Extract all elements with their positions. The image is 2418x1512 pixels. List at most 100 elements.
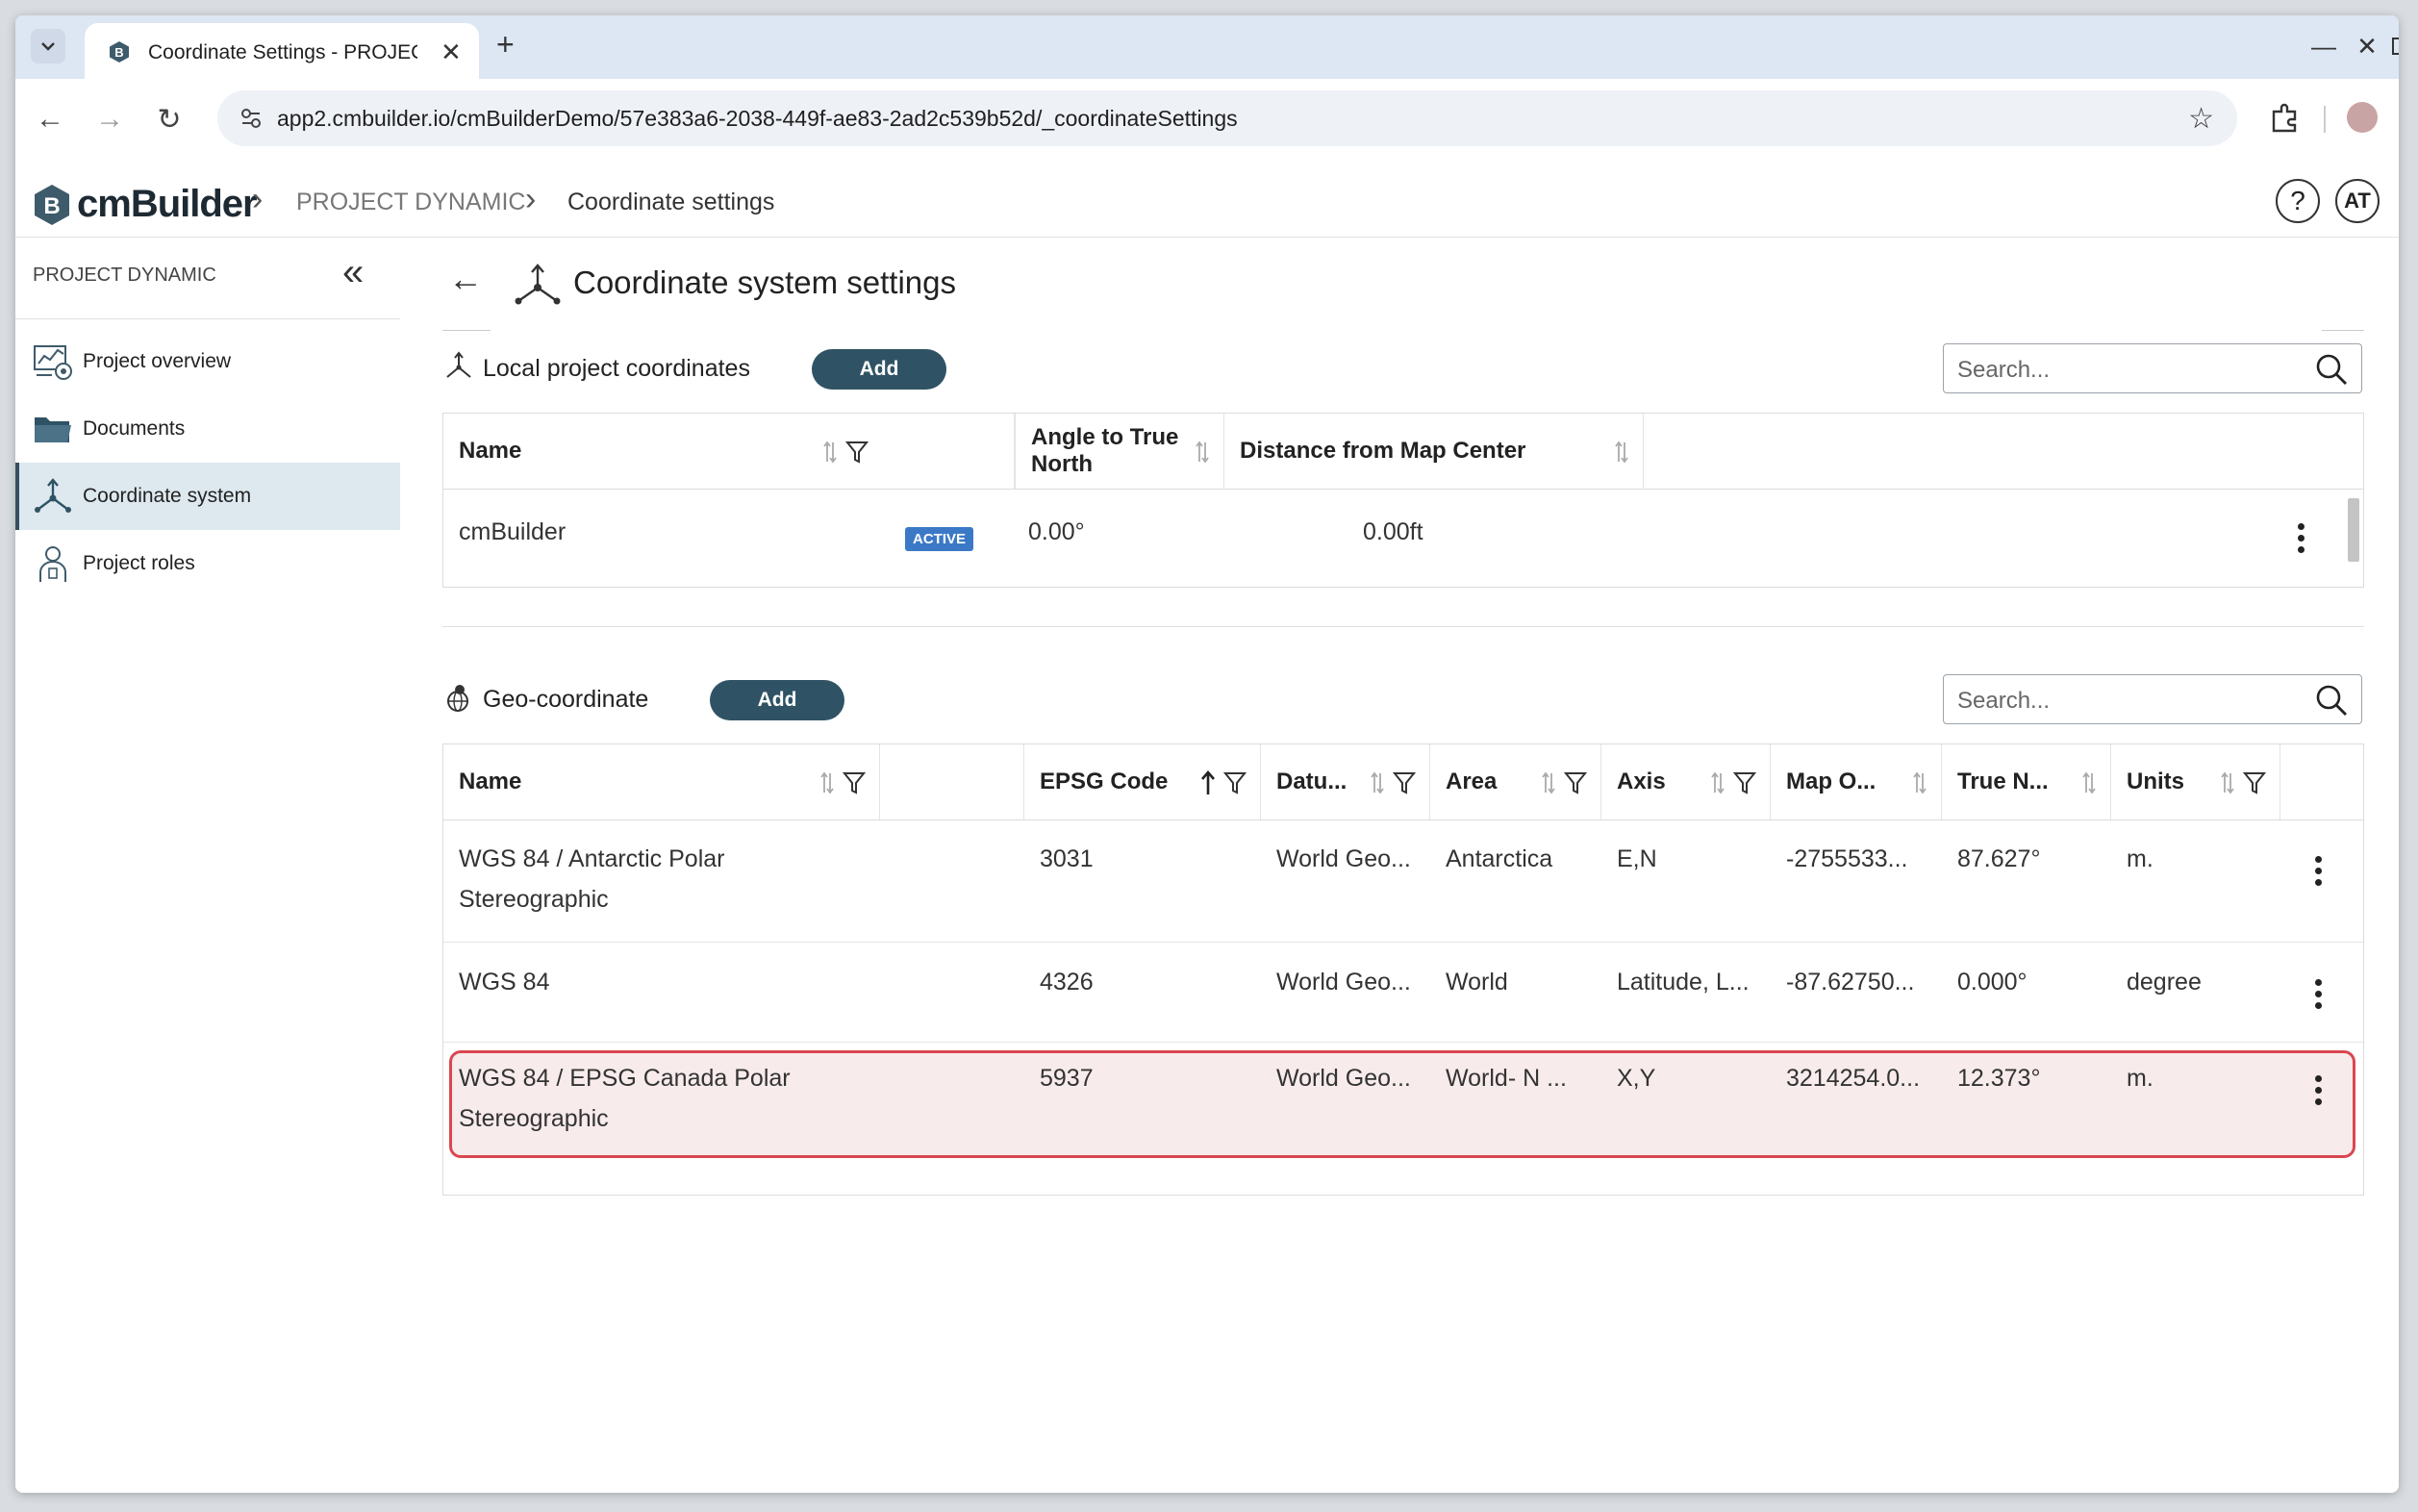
- browser-toolbar: ← → ↻ app2.cmbuilder.io/cmBuilderDemo/57…: [15, 79, 2399, 160]
- column-label: Name: [459, 769, 522, 794]
- table-row[interactable]: cmBuilder ACTIVE 0.00° 0.00ft: [443, 489, 2363, 585]
- table-scrollbar[interactable]: [2348, 498, 2359, 562]
- table-row[interactable]: WGS 84 4326 World Geo... World Latitude,…: [443, 943, 2363, 1043]
- row-menu-icon[interactable]: [2313, 1075, 2323, 1105]
- row-menu-icon[interactable]: [2313, 856, 2323, 886]
- profile-icon[interactable]: [2347, 102, 2378, 133]
- back-arrow-icon[interactable]: ←: [448, 259, 483, 299]
- sort-icon[interactable]: [1614, 439, 1629, 466]
- row-units: m.: [2127, 1065, 2154, 1092]
- extensions-icon[interactable]: [2268, 102, 2301, 135]
- sidebar-item-coordinate-system[interactable]: Coordinate system: [15, 463, 400, 530]
- table-row[interactable]: WGS 84 / Antarctic Polar Stereographic 3…: [443, 819, 2363, 943]
- forward-icon[interactable]: →: [90, 100, 129, 139]
- breadcrumb-separator-icon: ›: [252, 181, 264, 217]
- sort-icon[interactable]: [2081, 769, 2097, 796]
- column-header-datum[interactable]: Datu...: [1261, 744, 1430, 819]
- column-header-units[interactable]: Units: [2111, 744, 2280, 819]
- column-header-map-origin[interactable]: Map O...: [1771, 744, 1942, 819]
- add-geo-coordinate-button[interactable]: Add: [710, 680, 844, 720]
- bookmark-star-icon[interactable]: ☆: [2188, 102, 2214, 136]
- breadcrumb-separator-icon: ›: [525, 181, 537, 217]
- row-true-north: 0.000°: [1957, 969, 2028, 995]
- search-placeholder: Search...: [1957, 357, 2051, 383]
- filter-icon[interactable]: [845, 440, 869, 465]
- search-icon[interactable]: [2315, 353, 2348, 386]
- row-axis: X,Y: [1617, 1065, 1656, 1092]
- close-window-icon[interactable]: ✕: [2348, 29, 2386, 63]
- sidebar-item-project-roles[interactable]: Project roles: [15, 530, 400, 597]
- address-bar[interactable]: app2.cmbuilder.io/cmBuilderDemo/57e383a6…: [217, 90, 2237, 146]
- new-tab-icon[interactable]: +: [496, 27, 515, 63]
- geo-search-field[interactable]: Search...: [1943, 674, 2362, 724]
- search-icon[interactable]: [2315, 684, 2348, 717]
- title-underline-left: [442, 330, 491, 331]
- sidebar-item-project-overview[interactable]: Project overview: [15, 328, 400, 395]
- column-label: Distance from Map Center: [1240, 438, 1526, 464]
- geo-coordinates-table: Name EPSG Code Datu... Area Axis Map O..…: [442, 743, 2364, 1196]
- column-label: Area: [1446, 769, 1498, 794]
- column-label: Datu...: [1276, 769, 1348, 794]
- site-settings-icon[interactable]: [239, 106, 264, 131]
- breadcrumb-project[interactable]: PROJECT DYNAMIC: [296, 189, 525, 216]
- row-name: cmBuilder: [459, 518, 567, 545]
- filter-icon[interactable]: [843, 770, 866, 795]
- sort-icon[interactable]: [822, 439, 838, 466]
- sort-icon[interactable]: [1541, 769, 1556, 796]
- column-header-axis[interactable]: Axis: [1601, 744, 1771, 819]
- filter-icon[interactable]: [1223, 770, 1247, 795]
- app-header: B cmBuilder › PROJECT DYNAMIC › Coordina…: [15, 160, 2399, 238]
- sort-ascending-icon[interactable]: [1200, 769, 1216, 796]
- sort-icon[interactable]: [1912, 769, 1927, 796]
- column-header-distance[interactable]: Distance from Map Center: [1224, 414, 1644, 489]
- svg-text:B: B: [43, 193, 60, 219]
- column-header-name[interactable]: Name: [443, 414, 882, 489]
- column-header-name[interactable]: Name: [443, 744, 880, 819]
- minimize-icon[interactable]: —: [2305, 29, 2343, 63]
- column-header-epsg[interactable]: EPSG Code: [1024, 744, 1261, 819]
- filter-icon[interactable]: [2243, 770, 2266, 795]
- sort-icon[interactable]: [819, 769, 835, 796]
- back-icon[interactable]: ←: [31, 100, 69, 139]
- column-label: Axis: [1617, 769, 1666, 794]
- chevron-down-icon: [41, 42, 55, 51]
- user-avatar[interactable]: AT: [2335, 179, 2380, 223]
- sort-icon[interactable]: [1710, 769, 1725, 796]
- sort-icon[interactable]: [1370, 769, 1385, 796]
- column-header-true-north[interactable]: True N...: [1942, 744, 2111, 819]
- filter-icon[interactable]: [1564, 770, 1587, 795]
- column-header-area[interactable]: Area: [1430, 744, 1601, 819]
- browser-window: B Coordinate Settings - PROJECT ✕ + — ✕ …: [15, 15, 2399, 1493]
- row-epsg: 5937: [1040, 1065, 1094, 1092]
- local-search-field[interactable]: Search...: [1943, 343, 2362, 393]
- column-header-angle[interactable]: Angle to True North: [1015, 414, 1224, 489]
- coordinate-axes-icon: [515, 264, 561, 305]
- sort-icon[interactable]: [1195, 439, 1210, 466]
- browser-tab[interactable]: B Coordinate Settings - PROJECT ✕: [85, 23, 479, 79]
- filter-icon[interactable]: [1393, 770, 1416, 795]
- row-axis: Latitude, L...: [1617, 969, 1750, 995]
- row-menu-icon[interactable]: [2296, 523, 2305, 553]
- filter-icon[interactable]: [1733, 770, 1756, 795]
- status-badge: ACTIVE: [905, 527, 974, 551]
- section-divider: [442, 626, 2364, 627]
- help-button[interactable]: ?: [2276, 179, 2320, 223]
- sidebar: PROJECT DYNAMIC « Project overview Docum…: [15, 238, 401, 1493]
- row-true-north: 12.373°: [1957, 1065, 2041, 1092]
- tab-search-button[interactable]: [31, 29, 65, 63]
- reload-icon[interactable]: ↻: [150, 100, 189, 139]
- cmbuilder-logo-icon: B: [35, 184, 69, 225]
- row-map-origin: -87.62750...: [1786, 969, 1915, 995]
- collapse-sidebar-icon[interactable]: «: [342, 251, 364, 294]
- add-local-coordinate-button[interactable]: Add: [812, 349, 946, 390]
- url-text: app2.cmbuilder.io/cmBuilderDemo/57e383a6…: [277, 106, 1238, 131]
- cmbuilder-logo[interactable]: B cmBuilder: [33, 183, 258, 226]
- sidebar-item-documents[interactable]: Documents: [15, 395, 400, 463]
- close-tab-icon[interactable]: ✕: [441, 38, 462, 67]
- row-menu-icon[interactable]: [2313, 979, 2323, 1009]
- sidebar-item-label: Project roles: [83, 552, 195, 574]
- sort-icon[interactable]: [2220, 769, 2235, 796]
- table-row-selected[interactable]: WGS 84 / EPSG Canada Polar Stereographic…: [443, 1043, 2363, 1164]
- sidebar-divider: [15, 318, 400, 319]
- table-header: Name EPSG Code Datu... Area Axis Map O..…: [443, 744, 2363, 820]
